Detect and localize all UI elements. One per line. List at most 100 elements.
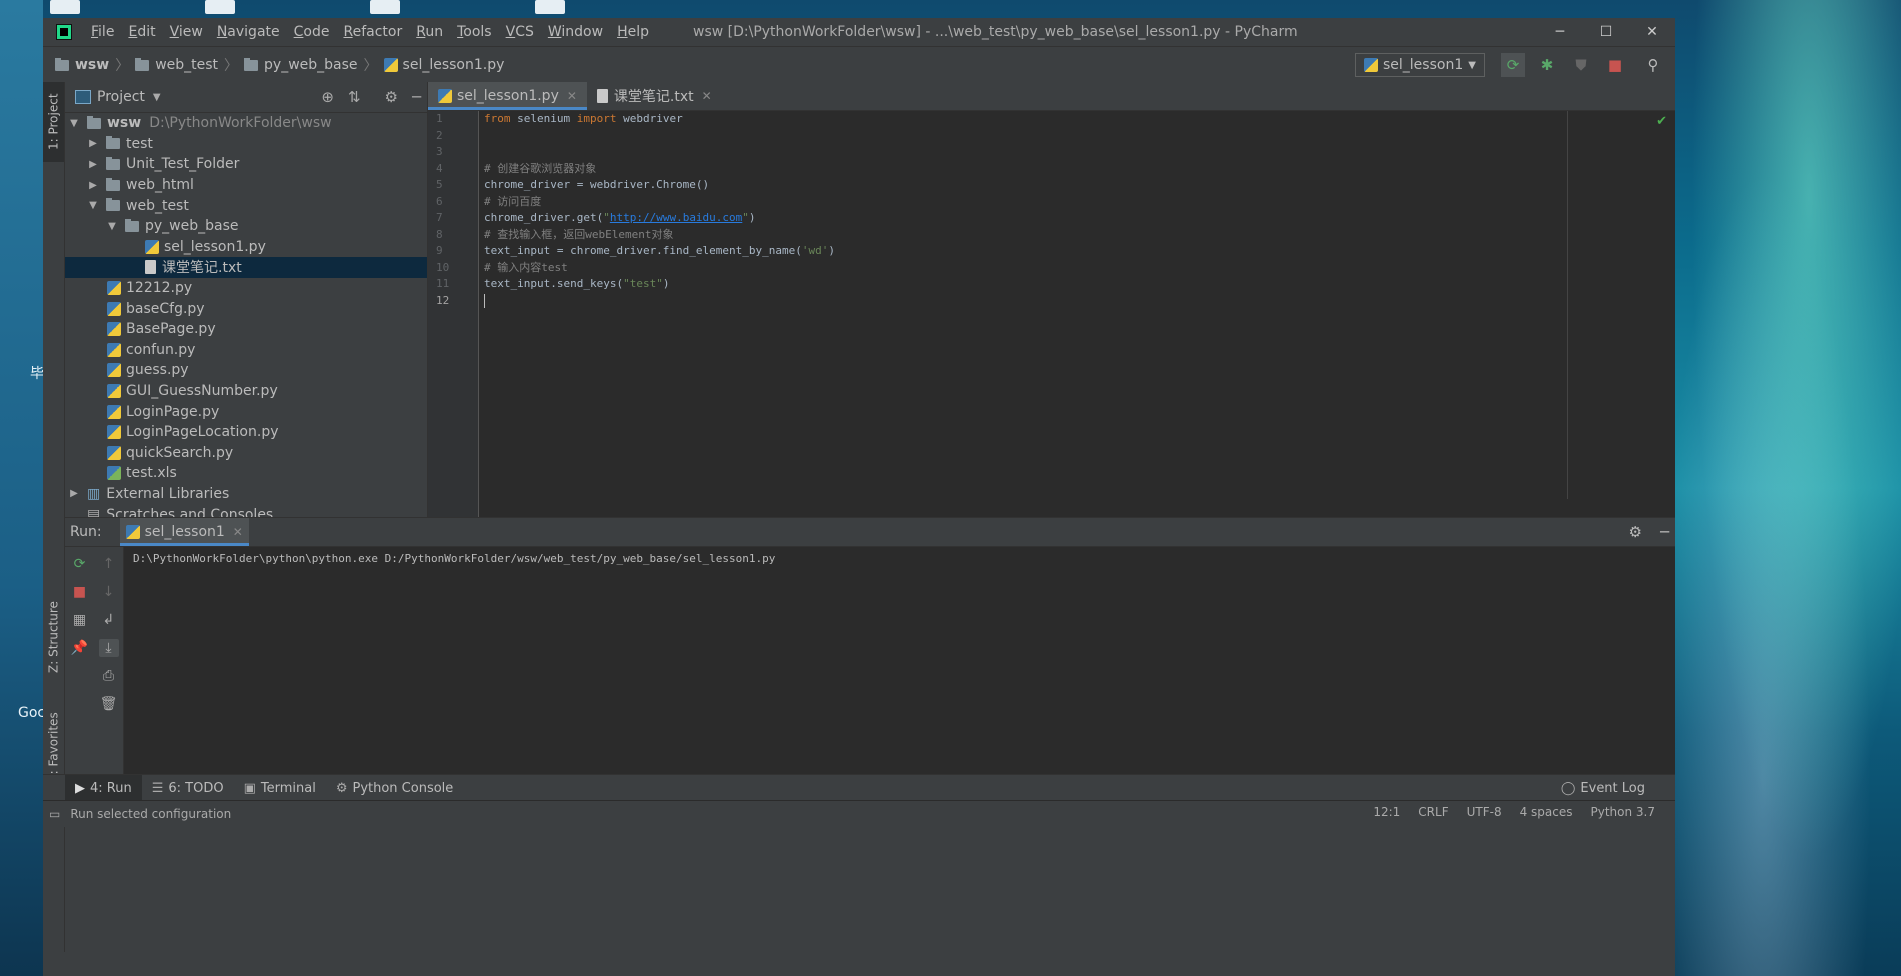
menu-file[interactable]: File: [84, 24, 121, 40]
layout-icon[interactable]: ▦: [70, 611, 90, 629]
scroll-to-end-icon[interactable]: ⤓: [99, 639, 119, 657]
breadcrumb-item[interactable]: web_test: [155, 57, 218, 73]
tree-item-file[interactable]: baseCfg.py: [65, 298, 427, 319]
desktop-icon[interactable]: [50, 0, 80, 14]
hide-icon[interactable]: ─: [412, 88, 421, 106]
tree-item-file[interactable]: confun.py: [65, 340, 427, 361]
up-arrow-icon[interactable]: ↑: [99, 555, 119, 573]
tool-terminal[interactable]: ▣ Terminal: [234, 775, 326, 801]
trash-icon[interactable]: 🗑: [99, 695, 119, 713]
search-icon[interactable]: ⚲: [1641, 53, 1665, 77]
tool-run[interactable]: ▶ 4: Run: [65, 775, 142, 801]
caret-position[interactable]: 12:1: [1373, 805, 1400, 819]
pin-icon[interactable]: 📌: [70, 639, 90, 657]
desktop-icon[interactable]: [370, 0, 400, 14]
close-icon[interactable]: ✕: [567, 89, 577, 103]
tree-item-folder[interactable]: ▶ web_html: [65, 175, 427, 196]
status-window-icon[interactable]: ▭: [49, 807, 60, 821]
breadcrumb-item[interactable]: wsw: [75, 57, 109, 73]
run-configuration-select[interactable]: sel_lesson1 ▼: [1355, 53, 1485, 77]
tree-item-file[interactable]: LoginPageLocation.py: [65, 422, 427, 443]
run-tab[interactable]: sel_lesson1 ✕: [120, 518, 249, 546]
desktop-label: 毕: [30, 363, 44, 383]
line-separator[interactable]: CRLF: [1418, 805, 1448, 819]
tree-item-file-selected[interactable]: 课堂笔记.txt: [65, 257, 427, 278]
tab-project[interactable]: 1: Project: [43, 82, 64, 162]
breadcrumb-item[interactable]: py_web_base: [264, 57, 358, 73]
menu-window[interactable]: Window: [541, 24, 610, 40]
down-arrow-icon[interactable]: ↓: [99, 583, 119, 601]
code-area[interactable]: from selenium import webdriver # 创建谷歌浏览器…: [484, 111, 1675, 517]
event-log-button[interactable]: ◯ Event Log: [1561, 775, 1645, 801]
indent-setting[interactable]: 4 spaces: [1520, 805, 1573, 819]
menu-view[interactable]: View: [163, 24, 210, 40]
tree-item-folder[interactable]: ▼ web_test: [65, 195, 427, 216]
tree-item-external-libraries[interactable]: ▶ ▥ External Libraries: [65, 484, 427, 505]
close-button[interactable]: ✕: [1629, 18, 1675, 46]
coverage-icon[interactable]: ⛊: [1569, 53, 1593, 77]
expand-down-icon[interactable]: ▼: [105, 221, 119, 232]
collapse-icon[interactable]: ⇅: [348, 88, 361, 106]
menu-vcs[interactable]: VCS: [499, 24, 541, 40]
tree-item-file[interactable]: GUI_GuessNumber.py: [65, 381, 427, 402]
menu-edit[interactable]: Edit: [121, 24, 162, 40]
console-output[interactable]: D:\PythonWorkFolder\python\python.exe D:…: [133, 552, 775, 565]
code-url-link[interactable]: http://www.baidu.com: [610, 211, 742, 224]
rerun-icon[interactable]: ⟳: [1501, 53, 1525, 77]
menu-refactor[interactable]: Refactor: [336, 24, 409, 40]
desktop-icon[interactable]: [535, 0, 565, 14]
print-icon[interactable]: ⎙: [99, 667, 119, 685]
rerun-icon[interactable]: ⟳: [70, 555, 90, 573]
tool-todo[interactable]: ☰ 6: TODO: [142, 775, 234, 801]
expand-right-icon[interactable]: ▶: [86, 180, 100, 191]
gear-icon[interactable]: ⚙: [1629, 523, 1642, 541]
python-file-icon: [107, 405, 121, 419]
file-encoding[interactable]: UTF-8: [1467, 805, 1502, 819]
hide-icon[interactable]: ─: [1660, 523, 1669, 541]
stop-icon[interactable]: ■: [70, 583, 90, 601]
tool-python-console[interactable]: ⚙ Python Console: [326, 775, 463, 801]
close-icon[interactable]: ✕: [702, 89, 712, 103]
menu-code[interactable]: Code: [287, 24, 337, 40]
tree-item-scratches[interactable]: ▤ Scratches and Consoles: [65, 504, 427, 517]
expand-down-icon[interactable]: ▼: [86, 200, 100, 211]
breadcrumb-item[interactable]: sel_lesson1.py: [403, 57, 505, 73]
menu-help[interactable]: Help: [610, 24, 656, 40]
inspection-ok-icon[interactable]: ✔: [1656, 114, 1667, 129]
expand-right-icon[interactable]: ▶: [67, 488, 81, 499]
maximize-button[interactable]: ☐: [1583, 18, 1629, 46]
expand-down-icon[interactable]: ▼: [67, 118, 81, 129]
gear-icon[interactable]: ⚙: [385, 88, 398, 106]
close-icon[interactable]: ✕: [233, 525, 243, 539]
tab-structure[interactable]: Z: Structure: [43, 587, 64, 687]
tree-item-file[interactable]: 12212.py: [65, 278, 427, 299]
locate-icon[interactable]: ⊕: [321, 88, 334, 106]
tree-item-file[interactable]: test.xls: [65, 463, 427, 484]
tree-item-file[interactable]: sel_lesson1.py: [65, 237, 427, 258]
tree-item-label: py_web_base: [145, 218, 239, 234]
tree-item-folder[interactable]: ▼ py_web_base: [65, 216, 427, 237]
expand-right-icon[interactable]: ▶: [86, 159, 100, 170]
menu-navigate[interactable]: Navigate: [210, 24, 287, 40]
tree-item-folder[interactable]: ▶ test: [65, 134, 427, 155]
tab-sel-lesson1[interactable]: sel_lesson1.py ✕: [428, 82, 587, 110]
code-line: [484, 144, 1675, 161]
tree-item-root[interactable]: ▼ wsw D:\PythonWorkFolder\wsw: [65, 113, 427, 134]
interpreter[interactable]: Python 3.7: [1591, 805, 1656, 819]
minimize-button[interactable]: ─: [1537, 18, 1583, 46]
menu-tools[interactable]: Tools: [450, 24, 499, 40]
tree-item-file[interactable]: guess.py: [65, 360, 427, 381]
tree-item-file[interactable]: quickSearch.py: [65, 443, 427, 464]
stop-icon[interactable]: ■: [1603, 53, 1627, 77]
tab-notes[interactable]: 课堂笔记.txt ✕: [587, 82, 722, 110]
debug-icon[interactable]: ✱: [1535, 53, 1559, 77]
expand-right-icon[interactable]: ▶: [86, 138, 100, 149]
menu-run[interactable]: Run: [409, 24, 450, 40]
soft-wrap-icon[interactable]: ↲: [99, 611, 119, 629]
tree-item-file[interactable]: LoginPage.py: [65, 401, 427, 422]
project-view-selector[interactable]: Project ▼: [75, 89, 161, 105]
tree-item-folder[interactable]: ▶ Unit_Test_Folder: [65, 154, 427, 175]
tree-item-file[interactable]: BasePage.py: [65, 319, 427, 340]
python-file-icon: [145, 240, 159, 254]
desktop-icon[interactable]: [205, 0, 235, 14]
